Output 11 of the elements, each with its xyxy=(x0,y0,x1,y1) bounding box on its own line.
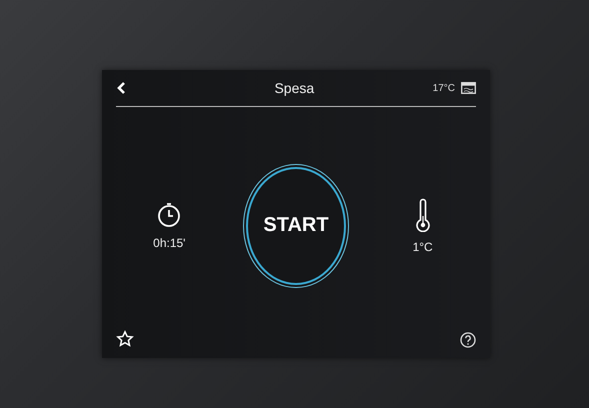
chamber-icon xyxy=(461,82,476,94)
timer-value: 0h:15' xyxy=(153,236,186,250)
timer-icon[interactable] xyxy=(157,202,182,228)
chamber-temperature: 17°C xyxy=(432,82,455,94)
start-button[interactable]: START xyxy=(246,166,346,284)
thermometer-icon[interactable] xyxy=(416,198,430,232)
star-icon[interactable] xyxy=(116,330,134,348)
screen-title: Spesa xyxy=(273,80,316,96)
back-icon[interactable] xyxy=(116,81,126,95)
probe-temperature: 1°C xyxy=(412,240,433,254)
help-icon[interactable] xyxy=(460,332,476,348)
